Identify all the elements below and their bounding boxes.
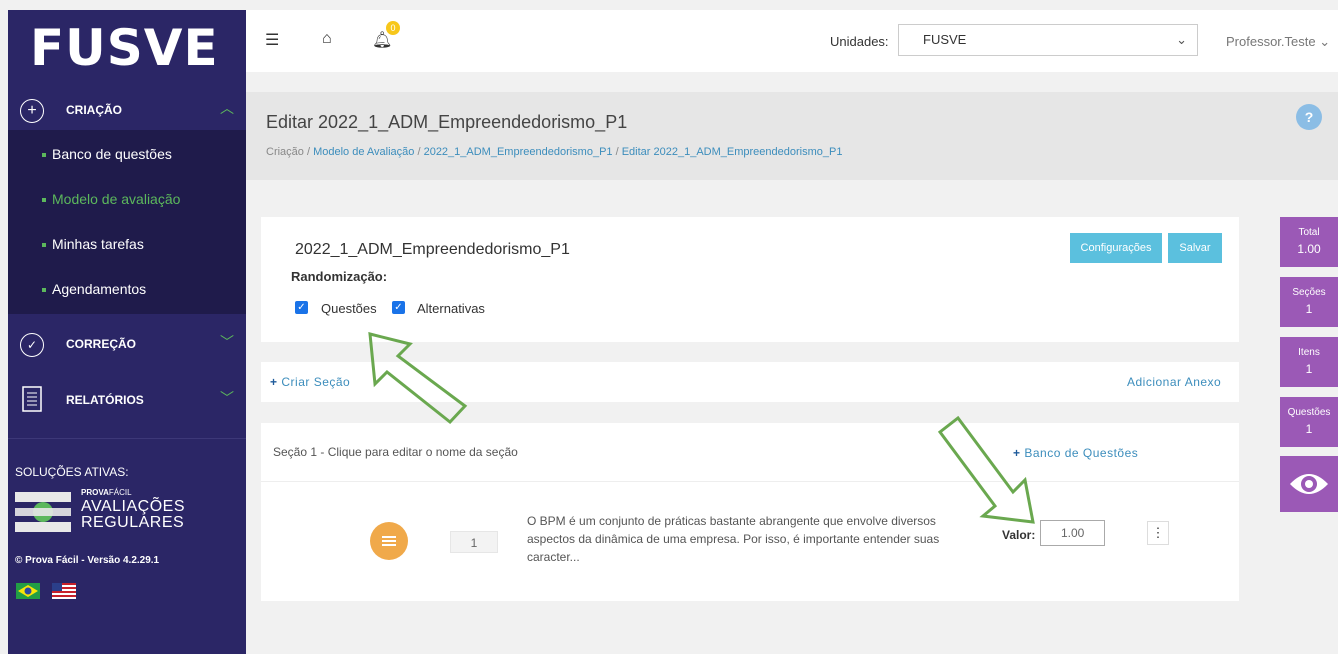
arrow-annotation-2 (937, 415, 1035, 524)
annotation-arrows (368, 332, 1035, 524)
arrow-annotation-1 (368, 332, 468, 425)
